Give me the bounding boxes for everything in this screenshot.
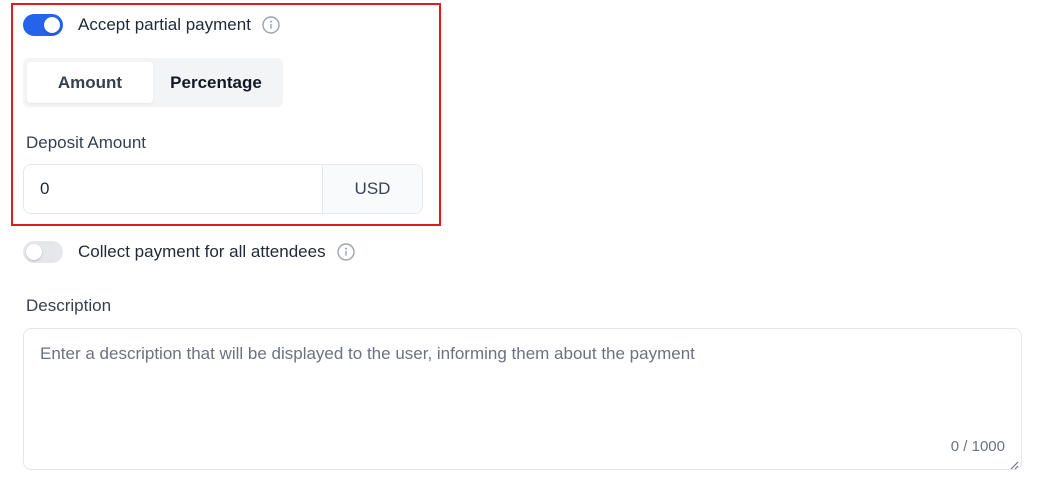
info-icon[interactable] xyxy=(336,243,355,261)
deposit-amount-field-group: USD xyxy=(23,164,423,214)
collect-all-label: Collect payment for all attendees xyxy=(78,242,326,261)
toggle-knob xyxy=(26,244,42,260)
deposit-amount-label: Deposit Amount xyxy=(26,133,147,152)
resize-handle-icon[interactable] xyxy=(1009,457,1019,470)
deposit-type-percentage-option[interactable]: Percentage xyxy=(153,62,279,103)
deposit-type-segmented-control: Amount Percentage xyxy=(23,58,283,107)
partial-payment-label: Accept partial payment xyxy=(78,15,251,34)
description-textarea[interactable] xyxy=(24,329,1021,469)
currency-addon: USD xyxy=(322,165,422,213)
partial-payment-row: Accept partial payment xyxy=(23,14,280,36)
partial-payment-toggle[interactable] xyxy=(23,14,63,36)
toggle-knob xyxy=(44,17,60,33)
deposit-type-amount-option[interactable]: Amount xyxy=(27,62,153,103)
info-icon[interactable] xyxy=(262,16,280,34)
description-label: Description xyxy=(26,296,112,315)
description-field: 0 / 1000 xyxy=(23,328,1022,470)
collect-all-toggle[interactable] xyxy=(23,241,63,263)
char-counter: 0 / 1000 xyxy=(950,438,1005,455)
collect-all-row: Collect payment for all attendees xyxy=(23,241,355,263)
deposit-amount-input[interactable] xyxy=(24,165,322,213)
